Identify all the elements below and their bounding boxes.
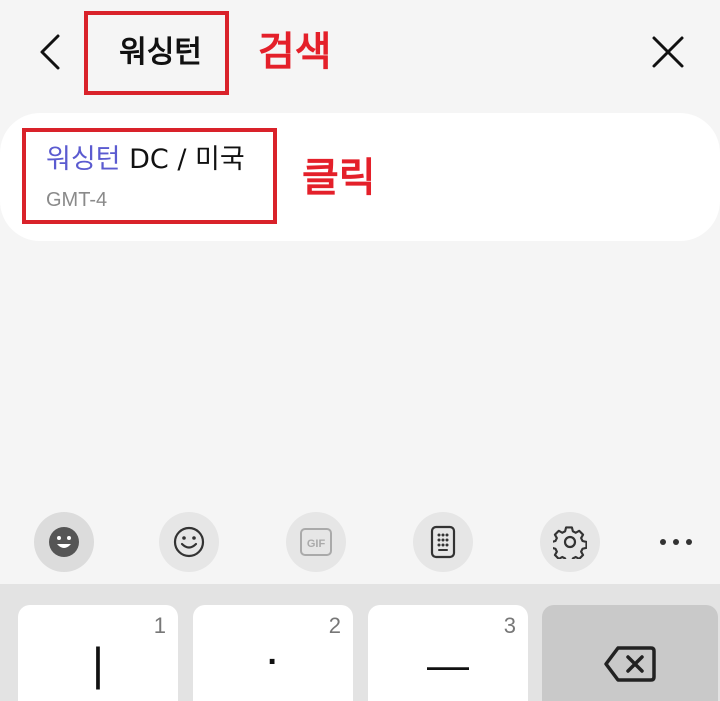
key-2[interactable]: 2 ·: [193, 605, 353, 701]
settings-button[interactable]: [540, 512, 600, 572]
key-number: 2: [328, 613, 341, 638]
keyboard-toolbar: GIF: [0, 508, 720, 574]
key-symbol: ·: [267, 643, 279, 681]
key-number: 3: [503, 613, 516, 638]
chevron-left-icon: [40, 34, 60, 70]
more-options-button[interactable]: [652, 528, 700, 556]
more-icon: [660, 539, 692, 545]
gif-icon: GIF: [300, 528, 332, 556]
backspace-icon: [604, 646, 656, 682]
key-1[interactable]: 1 |: [18, 605, 178, 701]
emoji-face-icon: [49, 527, 79, 557]
delete-key[interactable]: [542, 605, 718, 701]
close-button[interactable]: [646, 30, 690, 74]
gif-button[interactable]: GIF: [286, 512, 346, 572]
key-number: 1: [153, 613, 166, 638]
annotation-search-label: 검색: [258, 29, 332, 75]
emoji-face-button[interactable]: [34, 512, 94, 572]
key-symbol: —: [427, 641, 469, 688]
back-button[interactable]: [30, 30, 74, 74]
keypad-icon: [430, 525, 456, 559]
annotation-click-label: 클릭: [302, 155, 376, 201]
annotation-box-click: [22, 128, 277, 224]
gear-icon: [553, 526, 587, 559]
search-header: 워싱턴 검색: [0, 0, 720, 105]
key-symbol: |: [92, 638, 104, 690]
smiley-button[interactable]: [159, 512, 219, 572]
key-3[interactable]: 3 —: [368, 605, 528, 701]
smiley-icon: [173, 526, 205, 558]
close-icon: [652, 36, 684, 68]
annotation-box-search: [84, 11, 229, 95]
keypad-button[interactable]: [413, 512, 473, 572]
gif-label: GIF: [307, 538, 326, 550]
